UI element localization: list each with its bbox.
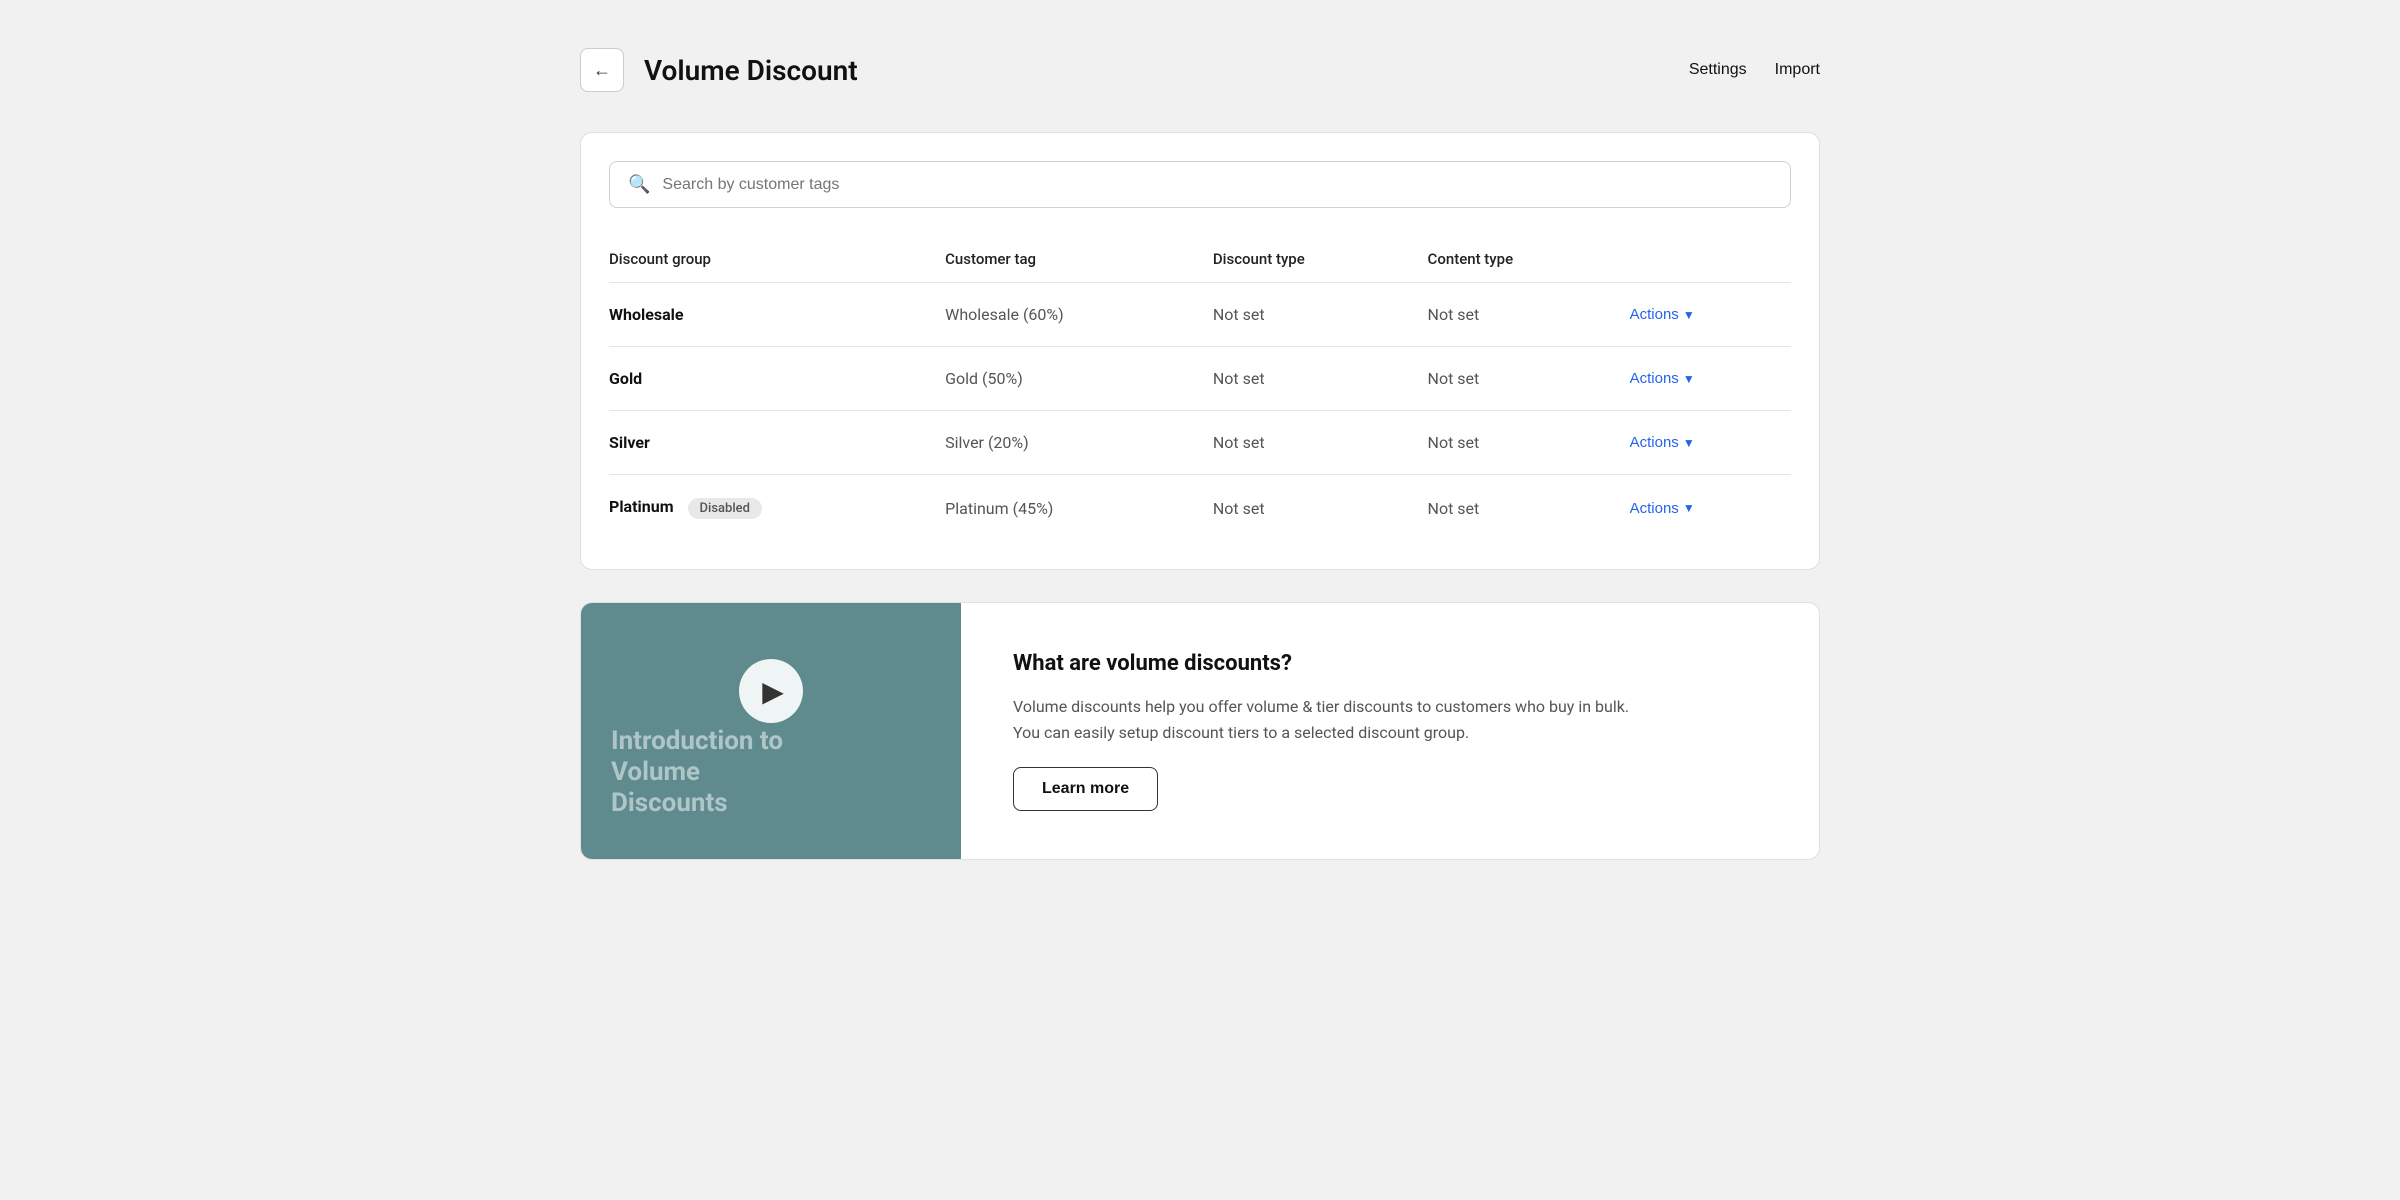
col-header-discount-type: Discount type	[1213, 236, 1428, 283]
col-header-actions	[1630, 236, 1791, 283]
actions-label: Actions	[1630, 370, 1679, 387]
col-header-tag: Customer tag	[945, 236, 1213, 283]
group-name-gold: Gold	[609, 347, 945, 411]
discount-type-gold: Not set	[1213, 347, 1428, 411]
actions-button-silver[interactable]: Actions ▼	[1630, 434, 1695, 451]
actions-cell-gold: Actions ▼	[1630, 347, 1791, 411]
import-button[interactable]: Import	[1775, 61, 1820, 79]
customer-tag-wholesale: Wholesale (60%)	[945, 283, 1213, 347]
disabled-badge: Disabled	[688, 498, 762, 519]
table-row: Gold Gold (50%) Not set Not set Actions …	[609, 347, 1791, 411]
search-box: 🔍	[609, 161, 1791, 208]
chevron-down-icon: ▼	[1683, 501, 1695, 515]
play-icon: ▶	[762, 675, 784, 708]
actions-label: Actions	[1630, 434, 1679, 451]
info-description: Volume discounts help you offer volume &…	[1013, 694, 1629, 745]
info-desc-line1: Volume discounts help you offer volume &…	[1013, 697, 1629, 716]
actions-cell-silver: Actions ▼	[1630, 411, 1791, 475]
info-panel: What are volume discounts? Volume discou…	[961, 603, 1681, 859]
back-button[interactable]: ←	[580, 48, 624, 92]
customer-tag-gold: Gold (50%)	[945, 347, 1213, 411]
content-type-silver: Not set	[1428, 411, 1630, 475]
actions-button-wholesale[interactable]: Actions ▼	[1630, 306, 1695, 323]
discount-type-platinum: Not set	[1213, 475, 1428, 542]
video-text-line2: Volume	[611, 757, 783, 788]
page-title: Volume Discount	[644, 54, 858, 87]
actions-button-gold[interactable]: Actions ▼	[1630, 370, 1695, 387]
discount-type-silver: Not set	[1213, 411, 1428, 475]
video-text-line1: Introduction to	[611, 726, 783, 757]
video-text: Introduction to Volume Discounts	[611, 726, 783, 820]
col-header-group: Discount group	[609, 236, 945, 283]
group-name-silver: Silver	[609, 411, 945, 475]
group-name-wholesale: Wholesale	[609, 283, 945, 347]
header-right: Settings Import	[1689, 61, 1820, 79]
play-button[interactable]: ▶	[739, 659, 803, 723]
col-header-content-type: Content type	[1428, 236, 1630, 283]
learn-more-button[interactable]: Learn more	[1013, 767, 1158, 811]
group-label-platinum: Platinum	[609, 497, 674, 516]
page-header: ← Volume Discount Settings Import	[580, 48, 1820, 92]
actions-button-platinum[interactable]: Actions ▼	[1630, 500, 1695, 517]
content-type-platinum: Not set	[1428, 475, 1630, 542]
customer-tag-platinum: Platinum (45%)	[945, 475, 1213, 542]
actions-label: Actions	[1630, 306, 1679, 323]
actions-label: Actions	[1630, 500, 1679, 517]
actions-cell-platinum: Actions ▼	[1630, 475, 1791, 542]
discount-table: Discount group Customer tag Discount typ…	[609, 236, 1791, 541]
header-left: ← Volume Discount	[580, 48, 858, 92]
chevron-down-icon: ▼	[1683, 308, 1695, 322]
chevron-down-icon: ▼	[1683, 372, 1695, 386]
chevron-down-icon: ▼	[1683, 436, 1695, 450]
video-panel: ▶ Introduction to Volume Discounts	[581, 603, 961, 859]
table-row: Wholesale Wholesale (60%) Not set Not se…	[609, 283, 1791, 347]
search-input[interactable]	[662, 176, 1772, 194]
table-header-row: Discount group Customer tag Discount typ…	[609, 236, 1791, 283]
content-type-gold: Not set	[1428, 347, 1630, 411]
video-text-line3: Discounts	[611, 788, 783, 819]
info-desc-line2: You can easily setup discount tiers to a…	[1013, 723, 1469, 742]
customer-tag-silver: Silver (20%)	[945, 411, 1213, 475]
discount-type-wholesale: Not set	[1213, 283, 1428, 347]
table-row: Silver Silver (20%) Not set Not set Acti…	[609, 411, 1791, 475]
info-title: What are volume discounts?	[1013, 651, 1629, 676]
content-type-wholesale: Not set	[1428, 283, 1630, 347]
table-row: Platinum Disabled Platinum (45%) Not set…	[609, 475, 1791, 542]
settings-button[interactable]: Settings	[1689, 61, 1747, 79]
group-name-platinum: Platinum Disabled	[609, 475, 945, 542]
actions-cell-wholesale: Actions ▼	[1630, 283, 1791, 347]
main-card: 🔍 Discount group Customer tag Discount t…	[580, 132, 1820, 570]
back-icon: ←	[593, 60, 611, 81]
search-icon: 🔍	[628, 174, 650, 195]
info-section: ▶ Introduction to Volume Discounts What …	[580, 602, 1820, 860]
